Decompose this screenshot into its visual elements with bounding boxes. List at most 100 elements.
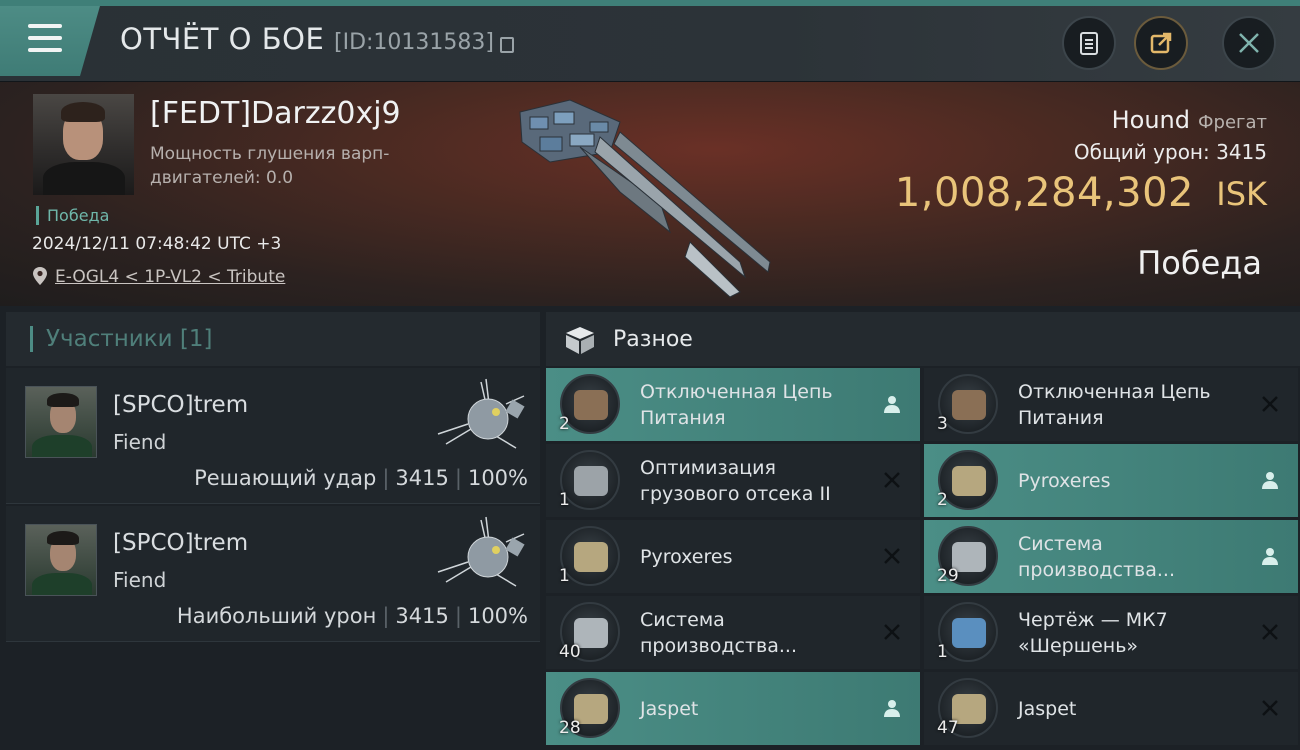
item-quantity: 2 <box>937 490 948 510</box>
separator: | <box>454 466 462 490</box>
person-icon <box>884 396 900 413</box>
avatar-hair <box>47 393 79 407</box>
clipboard-button[interactable] <box>1062 16 1116 70</box>
result-badge: Победа <box>36 206 109 225</box>
loot-item[interactable]: 2 Отключенная Цепь Питания <box>546 368 920 441</box>
item-quantity: 2 <box>559 414 570 434</box>
participants-header: Участники [1] <box>6 312 540 366</box>
avatar-hair <box>47 531 79 545</box>
ship-thumbnail <box>437 378 525 449</box>
close-button[interactable] <box>1222 16 1276 70</box>
top-bar: ОТЧЁТ О БОЕ [ID:10131583] <box>0 0 1300 82</box>
location-link[interactable]: E-OGL4 < 1P-VL2 < Tribute <box>55 267 285 287</box>
item-icon-shape <box>952 390 986 420</box>
item-name: Jaspet <box>640 697 699 720</box>
item-quantity: 47 <box>937 718 959 738</box>
loot-item[interactable]: 1 Оптимизация грузового отсека II <box>546 444 920 517</box>
destroyed-x-icon <box>884 624 900 640</box>
avatar-body <box>32 573 92 595</box>
item-name: Отключенная Цепь Питания <box>640 380 833 429</box>
pilot-name[interactable]: [FEDT]Darzz0xj9 <box>150 96 401 131</box>
loot-item[interactable]: 3 Отключенная Цепь Питания <box>924 368 1298 441</box>
participant-ship: Fiend <box>113 430 167 454</box>
damage-value: 3415 <box>395 466 449 490</box>
loot-item[interactable]: 2 Pyroxeres <box>924 444 1298 517</box>
ship-class: Фрегат <box>1198 112 1267 133</box>
item-icon-shape <box>574 466 608 496</box>
share-button[interactable] <box>1134 16 1188 70</box>
destroyed-x-icon <box>884 472 900 488</box>
damage-percent: 100% <box>467 466 528 490</box>
isk-value: 1,008,284,302 <box>894 170 1194 216</box>
item-name: Отключенная Цепь Питания <box>1018 380 1211 429</box>
item-name: Система производства... <box>640 608 797 657</box>
damage-percent: 100% <box>467 604 528 628</box>
ship-thumbnail <box>437 516 525 587</box>
pilot-portrait[interactable] <box>33 94 134 195</box>
menu-button[interactable] <box>0 6 100 76</box>
blow-label: Решающий удар <box>194 466 377 490</box>
location-pin-icon <box>33 267 47 285</box>
participant-ship: Fiend <box>113 568 167 592</box>
damage-value: 3415 <box>395 604 449 628</box>
misc-title: Разное <box>613 327 693 352</box>
close-icon <box>1239 33 1259 53</box>
destroyed-x-icon <box>1262 700 1278 716</box>
participants-header-bar <box>30 326 33 352</box>
share-icon <box>1150 32 1172 54</box>
separator: | <box>382 604 390 628</box>
participant-row[interactable]: [SPCO]trem Fiend Наибольший урон | 3415 | 10… <box>6 506 540 642</box>
copy-icon[interactable] <box>500 37 514 53</box>
participant-stats: Решающий удар | 3415 | 100% <box>194 466 528 490</box>
separator: | <box>382 466 390 490</box>
item-quantity: 40 <box>559 642 581 662</box>
blow-label: Наибольший урон <box>176 604 377 628</box>
kill-summary: [FEDT]Darzz0xj9 Мощность глушения варп-д… <box>0 82 1300 306</box>
isk-unit: ISK <box>1216 175 1267 213</box>
loot-item[interactable]: 1 Pyroxeres <box>546 520 920 593</box>
item-quantity: 29 <box>937 566 959 586</box>
loot-item[interactable]: 1 Чертёж — МК7 «Шершень» <box>924 596 1298 669</box>
ship-image <box>519 99 771 298</box>
total-damage: Общий урон: 3415 <box>1073 140 1267 164</box>
header-accent-line <box>0 0 1300 6</box>
participant-name[interactable]: [SPCO]trem <box>113 530 248 556</box>
avatar[interactable] <box>25 386 97 458</box>
avatar-body <box>32 435 92 457</box>
item-name: Pyroxeres <box>640 545 733 568</box>
warp-jam-strength: Мощность глушения варп-двигателей: 0.0 <box>150 144 390 188</box>
loot-item[interactable]: 29 Система производства... <box>924 520 1298 593</box>
participant-name[interactable]: [SPCO]trem <box>113 392 248 418</box>
item-icon-shape <box>952 466 986 496</box>
item-name: Чертёж — МК7 «Шершень» <box>1018 608 1168 657</box>
item-quantity: 28 <box>559 718 581 738</box>
separator: | <box>454 604 462 628</box>
person-icon <box>1262 472 1278 489</box>
hamburger-icon-bar <box>28 36 62 40</box>
result-title: Победа <box>1137 244 1262 282</box>
loot-item[interactable]: 28 Jaspet <box>546 672 920 745</box>
hamburger-icon-bar <box>28 48 62 52</box>
item-name: Pyroxeres <box>1018 469 1111 492</box>
clipboard-icon <box>1080 32 1098 55</box>
loot-item[interactable]: 40 Система производства... <box>546 596 920 669</box>
participant-row[interactable]: [SPCO]trem Fiend Решающий удар | 3415 | 100% <box>6 368 540 504</box>
portrait-hair <box>61 102 105 122</box>
destroyed-x-icon <box>884 548 900 564</box>
person-icon <box>1262 548 1278 565</box>
hamburger-icon <box>28 24 62 28</box>
ship-name: Hound <box>1111 106 1190 134</box>
avatar[interactable] <box>25 524 97 596</box>
destroyed-x-icon <box>1262 396 1278 412</box>
item-quantity: 1 <box>559 566 570 586</box>
participant-stats: Наибольший урон | 3415 | 100% <box>177 604 528 628</box>
loot-item[interactable]: 47 Jaspet <box>924 672 1298 745</box>
timestamp: 2024/12/11 07:48:42 UTC +3 <box>32 234 282 254</box>
item-icon-shape <box>574 542 608 572</box>
cube-icon <box>566 327 594 354</box>
person-icon <box>884 700 900 717</box>
destroyed-x-icon <box>1262 624 1278 640</box>
item-quantity: 1 <box>559 490 570 510</box>
portrait-body <box>43 162 125 195</box>
report-id: [ID:10131583] <box>334 30 494 55</box>
